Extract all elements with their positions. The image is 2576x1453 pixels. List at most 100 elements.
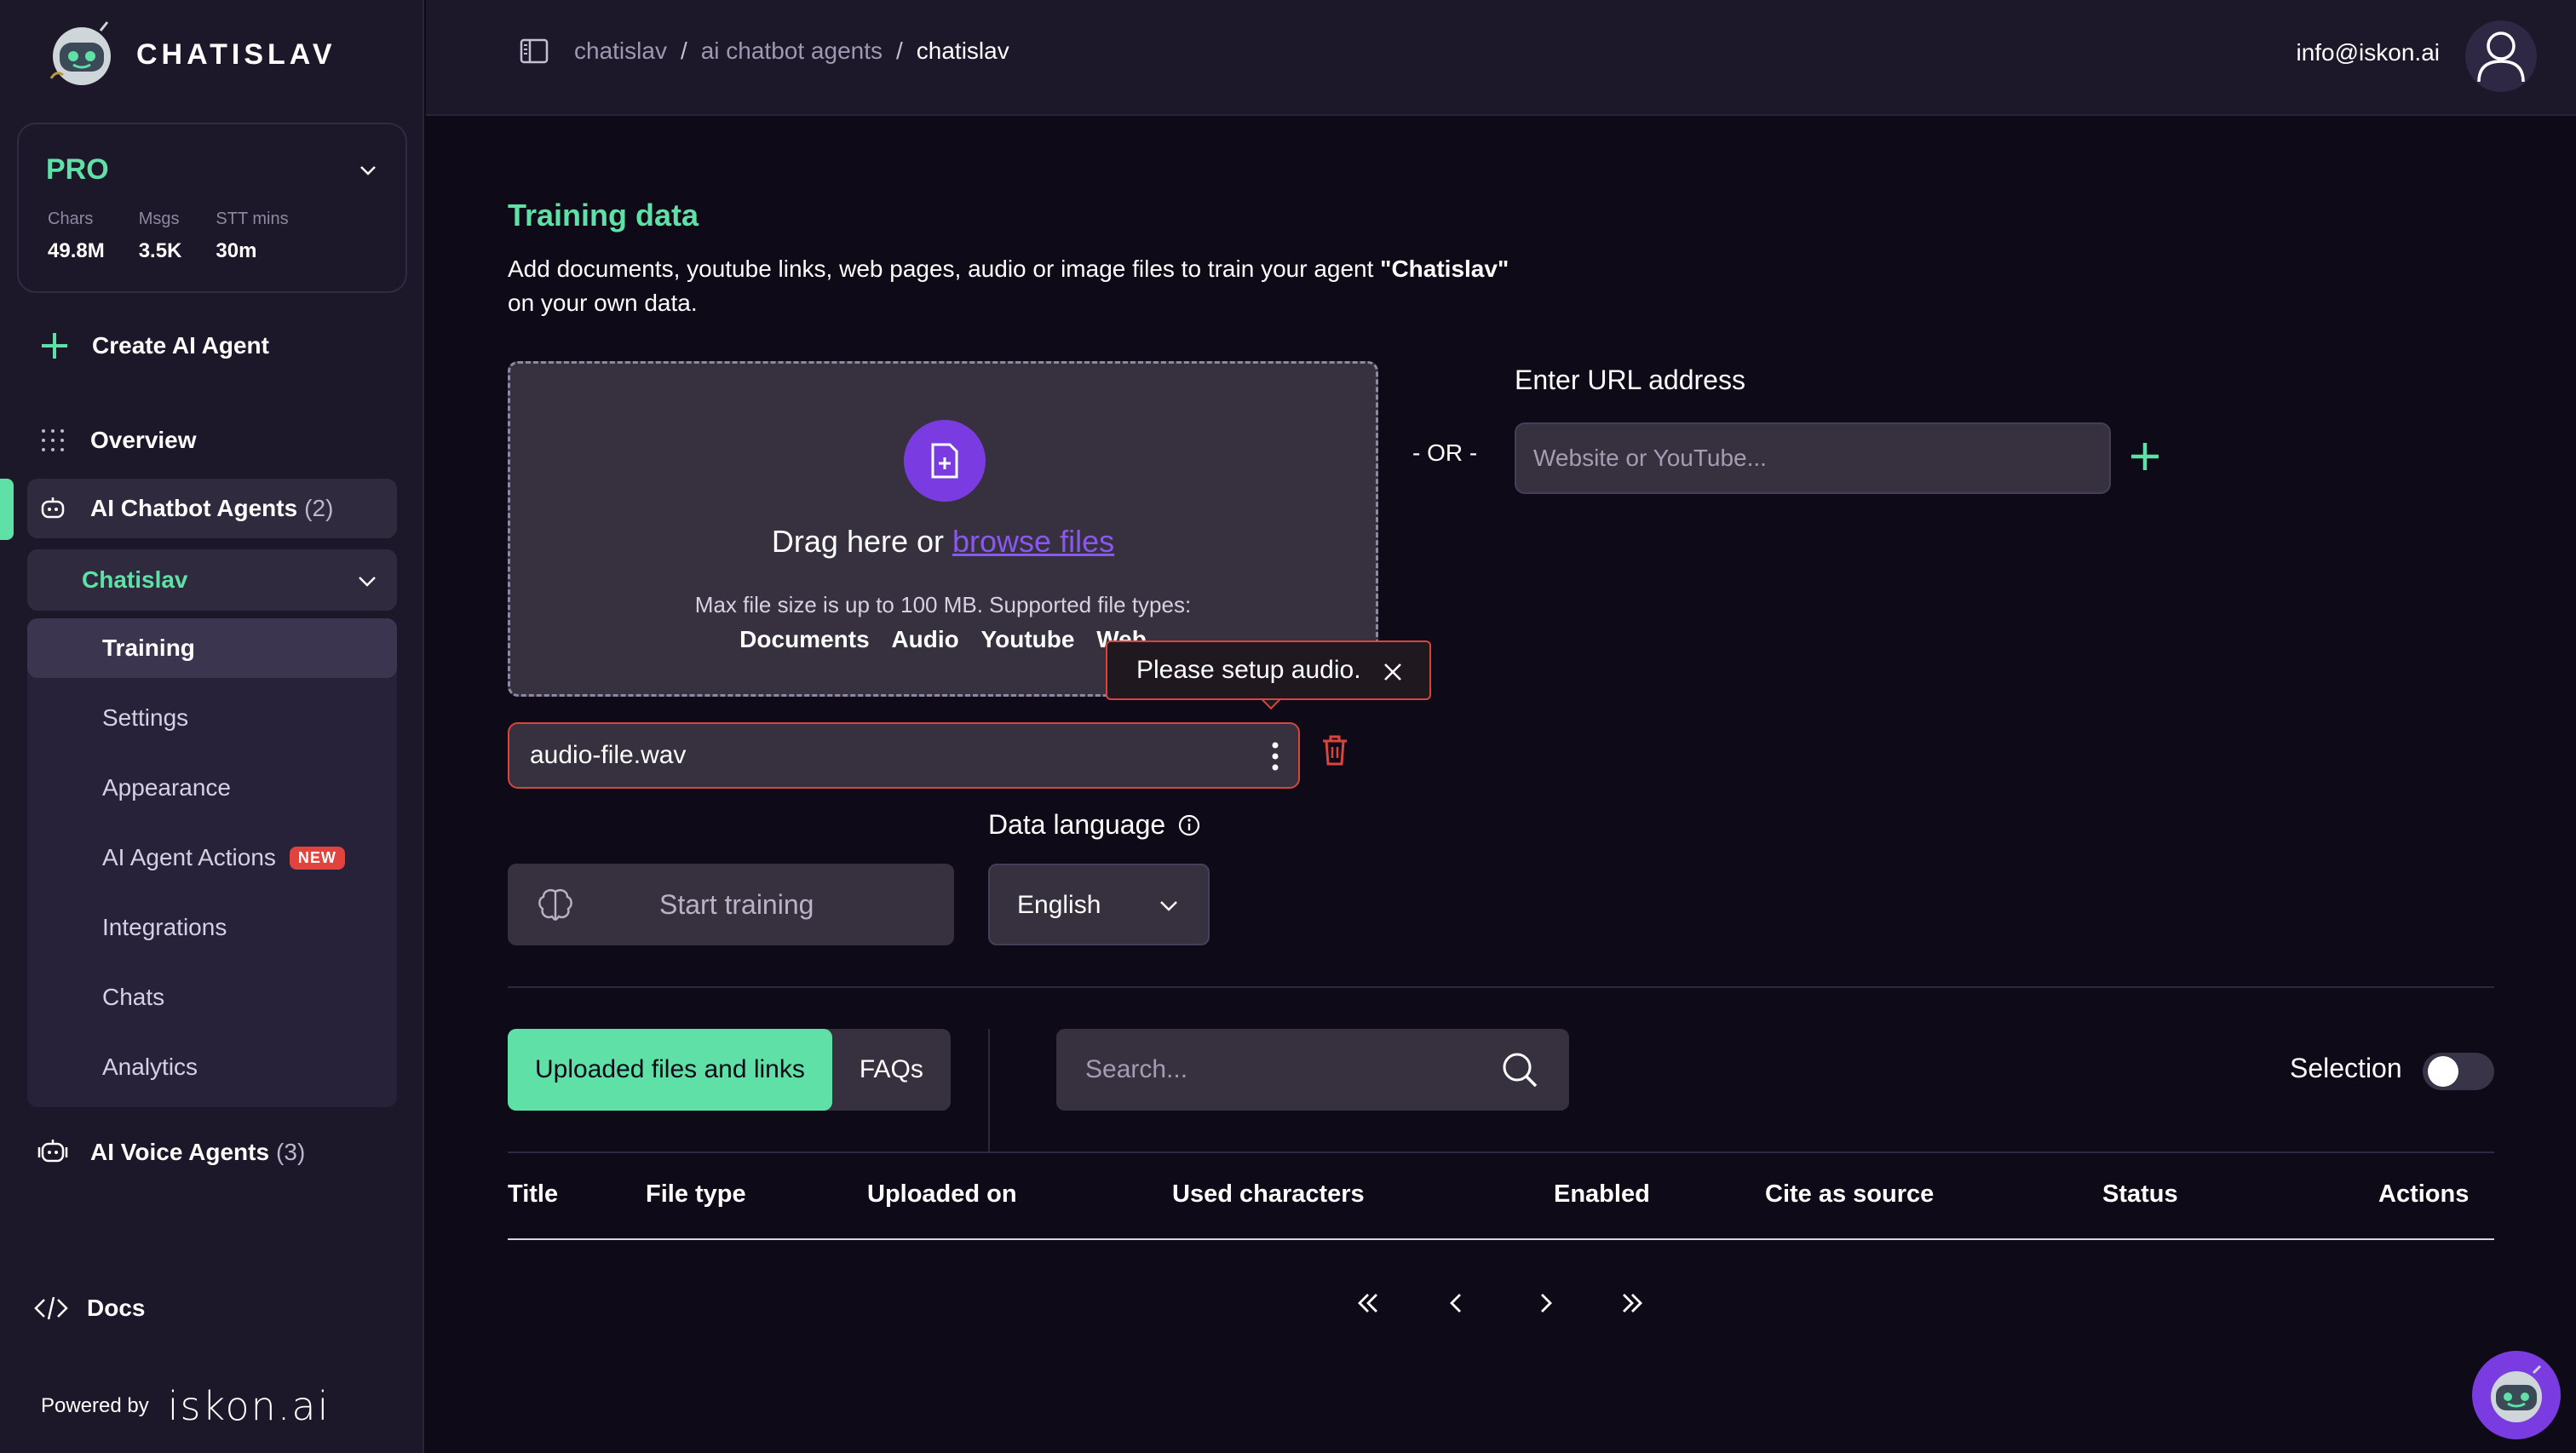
search-input[interactable] [1056,1029,1499,1111]
plan-card[interactable]: PRO Chars 49.8M Msgs 3.5K STT mins 30m [17,123,407,293]
table-header-border [508,1238,2494,1240]
column-header-file-type[interactable]: File type [646,1180,746,1209]
plus-icon [42,333,67,359]
subnav-integrations[interactable]: Integrations [27,898,397,957]
language-select[interactable]: English [988,864,1210,945]
tab-uploaded-files[interactable]: Uploaded files and links [508,1029,832,1111]
plan-name: PRO [46,153,109,186]
stat-label: Msgs [138,210,180,228]
desc-text: Add documents, youtube links, web pages,… [508,256,1381,282]
selection-toggle[interactable] [2423,1053,2494,1090]
subnav-label: AI Agent Actions [102,844,276,870]
more-vertical-icon[interactable] [1269,741,1281,772]
chevron-down-icon[interactable] [358,160,378,181]
docs-link[interactable]: Docs [34,1295,145,1322]
page-description: Add documents, youtube links, web pages,… [508,252,1615,320]
agent-subnav: Training Settings Appearance AI Agent Ac… [27,618,397,1107]
plan-stats: Chars 49.8M Msgs 3.5K STT mins 30m [48,210,289,263]
robot-logo-icon [49,21,111,85]
data-language-label: Data language [988,809,1201,841]
sidebar-item-chatbot-agents[interactable]: AI Chatbot Agents (2) [27,479,397,538]
stat-value: 49.8M [48,239,105,262]
list-tabs: Uploaded files and links FAQs [508,1029,951,1111]
stat-msgs: Msgs 3.5K [139,210,182,263]
agent-count: (3) [276,1139,306,1165]
stat-stt: STT mins 30m [216,210,288,263]
data-language-text: Data language [988,809,1166,840]
search-icon[interactable] [1501,1051,1538,1088]
subnav-analytics[interactable]: Analytics [27,1037,397,1097]
agent-name-quoted: "Chatislav" [1380,256,1509,282]
column-header-uploaded-on[interactable]: Uploaded on [867,1180,1017,1209]
drag-label: Drag here or [771,524,953,559]
sidebar-item-label: AI Voice Agents [90,1139,270,1165]
next-page-icon[interactable] [1528,1286,1562,1320]
brain-icon [538,889,572,922]
start-training-button[interactable]: Start training [508,864,954,945]
or-divider: - OR - [1412,439,1478,466]
prev-page-icon[interactable] [1440,1286,1474,1320]
stat-label: STT mins [216,210,289,228]
uploaded-file-item[interactable]: audio-file.wav [508,722,1300,789]
sidebar-toggle-icon[interactable] [520,38,549,64]
subnav-training[interactable]: Training [27,618,397,678]
column-header-title[interactable]: Title [508,1180,558,1209]
sidebar: CHATISLAV PRO Chars 49.8M Msgs 3.5K STT … [0,0,424,1453]
topbar: chatislav / ai chatbot agents / chatisla… [426,0,2576,116]
grid-icon [36,423,70,457]
powered-by: Powered by iskon.ai [41,1383,330,1429]
active-indicator [0,479,14,540]
sidebar-item-voice-agents[interactable]: AI Voice Agents (3) [27,1123,397,1182]
user-email: info@iskon.ai [2296,39,2440,66]
agent-chatislav[interactable]: Chatislav [27,549,397,611]
add-url-icon[interactable] [2128,439,2162,474]
stat-value: 30m [216,239,257,262]
selection-label: Selection [2290,1053,2402,1083]
subnav-appearance[interactable]: Appearance [27,758,397,818]
browse-files-link[interactable]: browse files [952,524,1114,559]
subnav-chats[interactable]: Chats [27,968,397,1027]
tooltip-text: Please setup audio. [1136,656,1361,684]
breadcrumb: chatislav / ai chatbot agents / chatisla… [520,37,1009,65]
table-top-border [508,1151,2494,1153]
type-label: Youtube [980,626,1075,652]
max-size-text: Max file size is up to 100 MB. Supported… [694,592,1192,617]
brand[interactable]: CHATISLAV [44,19,336,90]
brand-name: CHATISLAV [136,37,336,71]
voice-bot-icon [36,1135,70,1169]
sidebar-item-overview[interactable]: Overview [27,411,397,470]
breadcrumb-item[interactable]: chatislav [574,37,667,65]
breadcrumb-separator: / [680,37,687,64]
column-header-used-characters[interactable]: Used characters [1172,1180,1365,1209]
column-header-status[interactable]: Status [2102,1180,2178,1209]
trash-icon[interactable] [1320,734,1349,767]
column-header-cite-as-source[interactable]: Cite as source [1765,1180,1934,1209]
url-input[interactable] [1515,422,2111,494]
tab-faqs[interactable]: FAQs [832,1029,951,1111]
chat-widget-button[interactable] [2472,1351,2561,1439]
breadcrumb-item[interactable]: ai chatbot agents [701,37,883,65]
powered-by-label: Powered by [41,1394,149,1417]
upload-button[interactable] [904,420,986,502]
user-icon [2477,32,2525,83]
subnav-ai-agent-actions[interactable]: AI Agent Actions NEW [27,828,397,887]
iskon-logo[interactable]: iskon.ai [168,1383,331,1429]
docs-label: Docs [87,1295,146,1321]
start-training-label: Start training [659,889,814,920]
url-label: Enter URL address [1515,365,1745,395]
info-icon[interactable] [1177,813,1201,837]
chevron-down-icon[interactable] [356,570,378,592]
breadcrumb-separator: / [896,37,903,64]
subnav-settings[interactable]: Settings [27,688,397,748]
chevron-down-icon [1160,901,1177,911]
close-icon[interactable] [1382,661,1404,683]
last-page-icon[interactable] [1615,1286,1649,1320]
audio-setup-tooltip: Please setup audio. [1106,640,1431,700]
create-agent-button[interactable]: Create AI Agent [39,330,269,361]
language-value: English [1017,891,1101,919]
column-header-enabled[interactable]: Enabled [1554,1180,1650,1209]
avatar[interactable] [2465,20,2537,92]
create-agent-label: Create AI Agent [92,332,269,359]
first-page-icon[interactable] [1351,1286,1385,1320]
search-box [1056,1029,1569,1111]
